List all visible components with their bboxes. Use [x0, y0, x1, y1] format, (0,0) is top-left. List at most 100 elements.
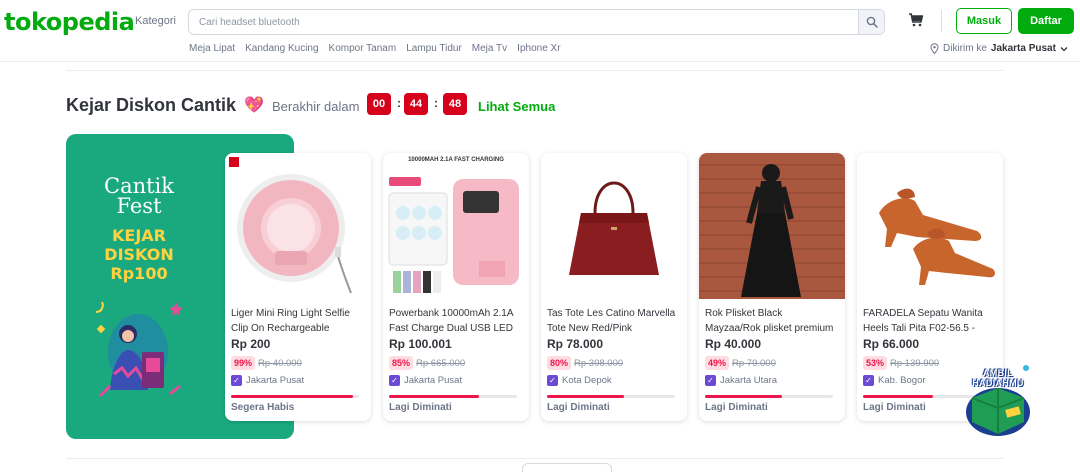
heels-image — [857, 153, 1003, 299]
shop-location: ✓ Kab. Bogor — [863, 375, 926, 386]
discount-row: 53% Rp 139.900 — [863, 356, 939, 370]
product-name: FARADELA Sepatu Wanita Heels Tali Pita F… — [863, 308, 983, 334]
official-store-icon: ✓ — [231, 375, 242, 386]
skirt-model-image — [699, 153, 845, 299]
discount-row: 99% Rp 40.000 — [231, 356, 302, 370]
location-text: Jakarta Pusat — [246, 375, 305, 386]
original-price: Rp 139.900 — [890, 357, 940, 369]
widget-line: AMBIL — [983, 368, 1013, 378]
ends-label: Berakhir dalam — [272, 99, 360, 114]
original-price: Rp 40.000 — [258, 357, 302, 369]
stock-bar — [547, 395, 675, 398]
ring-light-image — [225, 153, 371, 299]
heart-icon: 💖 — [244, 97, 264, 114]
reward-widget[interactable]: AMBIL HADIAHMU — [962, 362, 1034, 438]
keyword-link[interactable]: Iphone Xr — [517, 43, 560, 54]
product-card[interactable]: 10000MAH 2.1A FAST CHARGING Powerbank 10… — [383, 153, 529, 421]
product-image — [699, 153, 845, 299]
discount-row: 85% Rp 665.000 — [389, 356, 465, 370]
location-text: Jakarta Utara — [720, 375, 778, 386]
stock-status: Lagi Diminati — [863, 402, 926, 413]
powerbank-image: 10000MAH 2.1A FAST CHARGING — [383, 153, 529, 299]
timer-hours: 00 — [367, 93, 391, 115]
header-divider — [941, 10, 942, 32]
original-price: Rp 398.000 — [574, 357, 624, 369]
shop-location: ✓ Jakarta Pusat — [389, 375, 462, 386]
location-text: Kab. Bogor — [878, 375, 926, 386]
tokopedia-logo[interactable]: tokopedia — [4, 8, 135, 36]
discount-row: 80% Rp 398.000 — [547, 356, 623, 370]
widget-line: HADIAHMU — [972, 378, 1024, 388]
stock-bar-fill — [547, 395, 624, 398]
product-name: Liger Mini Ring Light Selfie Clip On Rec… — [231, 308, 350, 334]
product-card[interactable]: Rok Plisket Black Mayzaa/Rok plisket pre… — [699, 153, 845, 421]
timer-seconds: 48 — [443, 93, 467, 115]
banner-line: Cantik — [104, 174, 174, 198]
stock-bar-fill — [389, 395, 479, 398]
shop-location: ✓ Jakarta Utara — [705, 375, 777, 386]
trending-keywords: Meja Lipat Kandang Kucing Kompor Tanam L… — [189, 43, 561, 54]
stock-bar — [231, 395, 359, 398]
stock-status: Lagi Diminati — [547, 402, 610, 413]
product-card[interactable]: Liger Mini Ring Light Selfie Clip On Rec… — [225, 153, 371, 421]
delivery-location[interactable]: Dikirim ke Jakarta Pusat — [930, 43, 1068, 54]
banner-line: KEJAR — [112, 226, 166, 245]
product-image: 10000MAH 2.1A FAST CHARGING — [383, 153, 529, 299]
product-price: Rp 40.000 — [705, 337, 762, 351]
stock-status: Segera Habis — [231, 402, 295, 413]
search-input[interactable] — [199, 10, 849, 34]
cart-icon[interactable] — [908, 12, 924, 28]
chevron-down-icon — [1060, 46, 1068, 51]
image-caption: 10000MAH 2.1A FAST CHARGING — [408, 157, 504, 163]
section-divider — [66, 70, 1004, 71]
section-title: Kejar Diskon Cantik — [66, 95, 237, 115]
banner-illustration — [95, 301, 183, 398]
header: tokopedia Kategori Masuk Daftar Meja Lip… — [0, 0, 1080, 62]
discount-row: 49% Rp 79.000 — [705, 356, 776, 370]
official-store-icon: ✓ — [863, 375, 874, 386]
product-name: Tas Tote Les Catino Marvella Tote New Re… — [547, 308, 676, 334]
product-price: Rp 100.001 — [389, 337, 452, 351]
bottom-divider — [66, 458, 1004, 459]
original-price: Rp 665.000 — [416, 357, 466, 369]
banner-line: DISKON — [104, 245, 174, 264]
keyword-link[interactable]: Lampu Tidur — [406, 43, 462, 54]
see-all-link[interactable]: Lihat Semua — [478, 99, 555, 114]
product-name: Powerbank 10000mAh 2.1A Fast Charge Dual… — [389, 308, 513, 334]
discount-badge: 49% — [705, 356, 730, 370]
keyword-link[interactable]: Kompor Tanam — [329, 43, 397, 54]
shop-location: ✓ Jakarta Pusat — [231, 375, 304, 386]
search-icon — [866, 16, 878, 28]
widget-label: AMBIL HADIAHMU — [966, 368, 1030, 388]
bottom-tab[interactable] — [522, 463, 612, 472]
product-card[interactable]: Tas Tote Les Catino Marvella Tote New Re… — [541, 153, 687, 421]
official-store-icon: ✓ — [389, 375, 400, 386]
deliver-city: Jakarta Pusat — [990, 43, 1056, 54]
timer-colon: : — [397, 96, 401, 110]
stock-bar-fill — [863, 395, 934, 398]
stock-bar — [389, 395, 517, 398]
location-text: Jakarta Pusat — [404, 375, 463, 386]
product-price: Rp 78.000 — [547, 337, 604, 351]
keyword-link[interactable]: Meja Lipat — [189, 43, 235, 54]
masuk-button[interactable]: Masuk — [956, 8, 1012, 34]
keyword-link[interactable]: Kandang Kucing — [245, 43, 318, 54]
keyword-link[interactable]: Meja Tv — [472, 43, 507, 54]
stock-bar-fill — [705, 395, 782, 398]
discount-badge: 80% — [547, 356, 572, 370]
timer-minutes: 44 — [404, 93, 428, 115]
official-store-icon: ✓ — [547, 375, 558, 386]
search-button[interactable] — [858, 10, 884, 34]
daftar-button[interactable]: Daftar — [1018, 8, 1074, 34]
stock-bar — [705, 395, 833, 398]
stock-bar-fill — [231, 395, 353, 398]
kategori-link[interactable]: Kategori — [135, 15, 176, 27]
search-bar — [188, 9, 885, 35]
product-image — [857, 153, 1003, 299]
banner-headline: KEJAR DISKON Rp100 — [92, 226, 186, 283]
banner-line: Fest — [116, 194, 162, 218]
location-text: Kota Depok — [562, 375, 612, 386]
tote-bag-image — [541, 153, 687, 299]
product-name: Rok Plisket Black Mayzaa/Rok plisket pre… — [705, 308, 834, 334]
stock-status: Lagi Diminati — [705, 402, 768, 413]
